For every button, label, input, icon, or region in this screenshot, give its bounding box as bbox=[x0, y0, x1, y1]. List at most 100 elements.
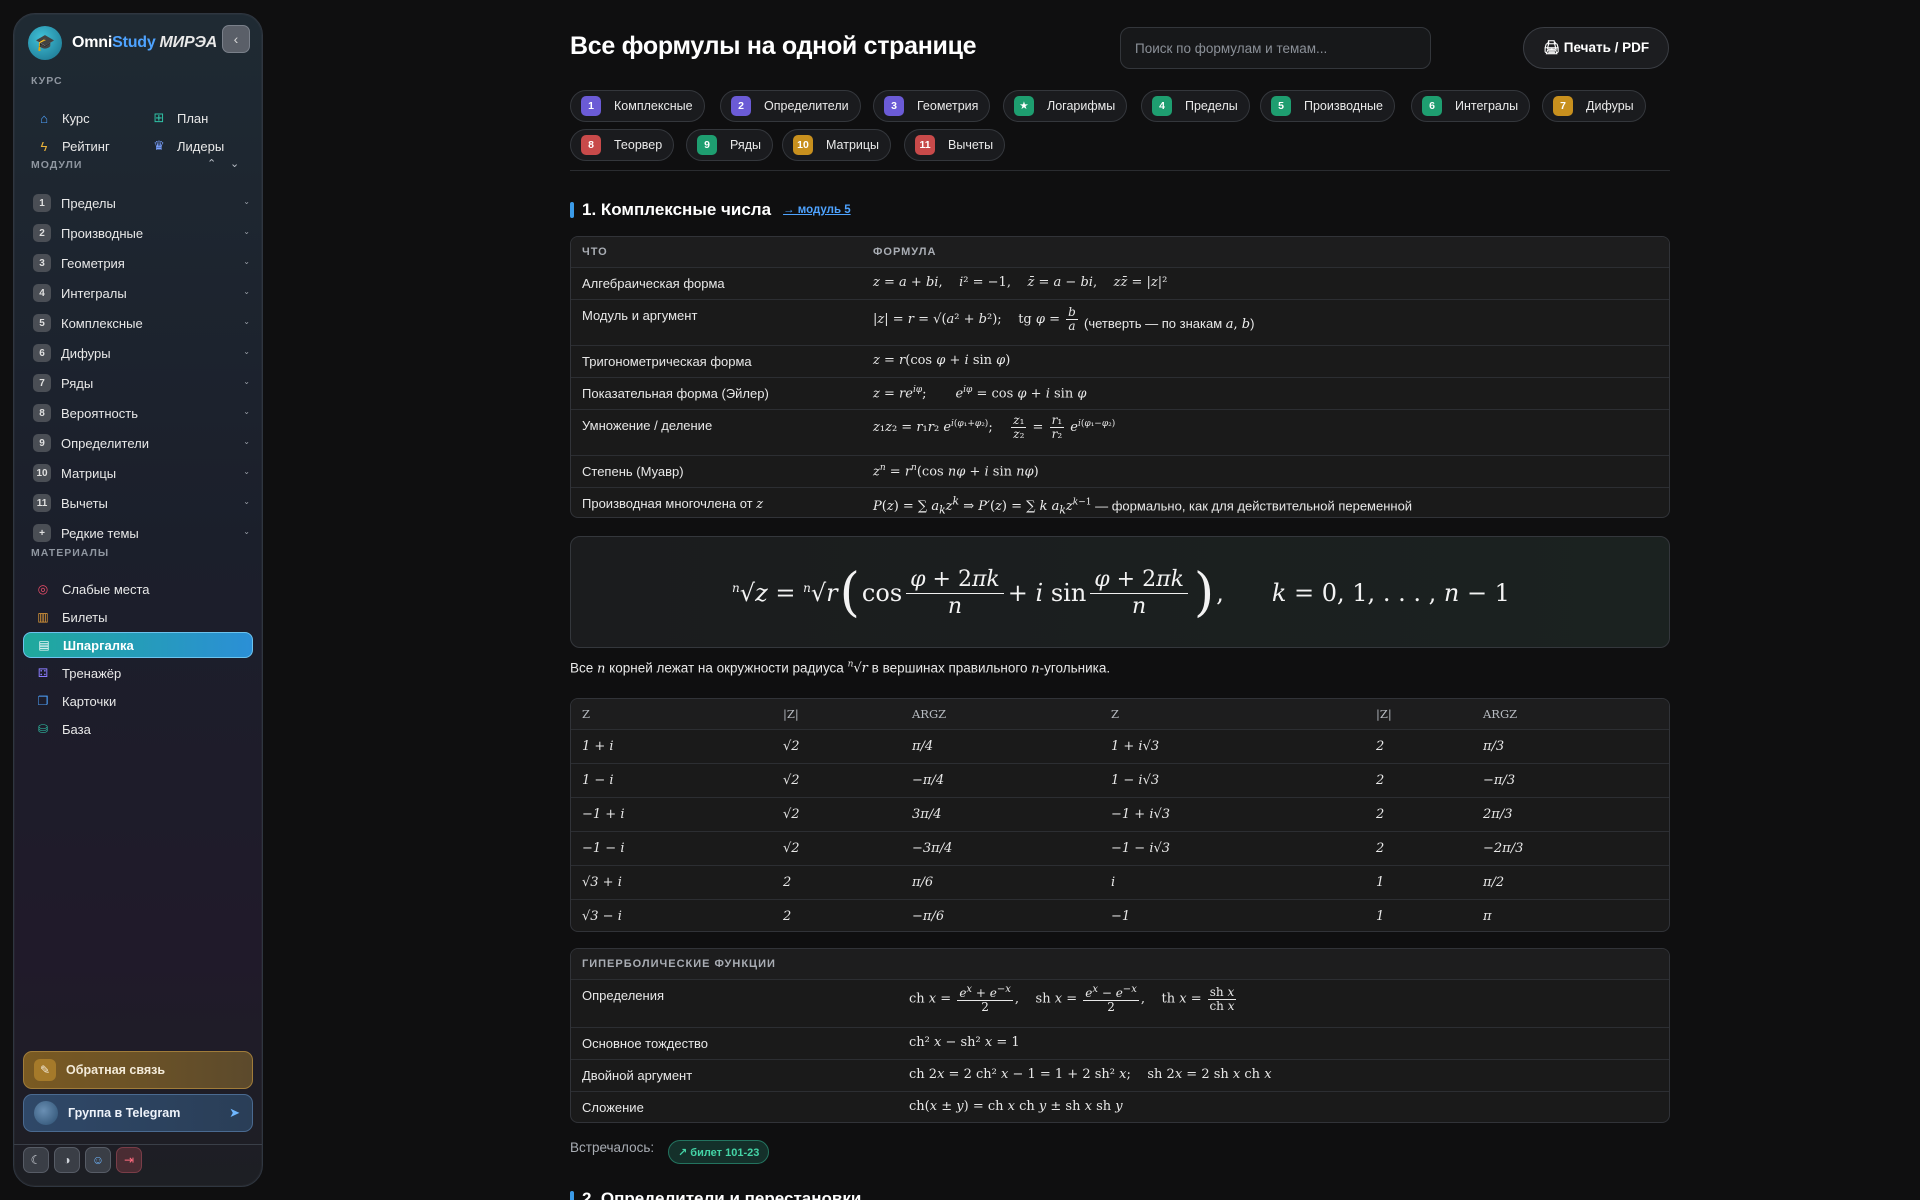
chevron-down-icon: ⌄ bbox=[243, 257, 250, 266]
sidebar-module-item[interactable]: 6 Дифуры ⌄ bbox=[33, 340, 257, 366]
topic-number-badge: 3 bbox=[884, 96, 904, 116]
send-icon: ➤ bbox=[229, 1105, 240, 1120]
nav-leaders[interactable]: ♛ Лидеры bbox=[150, 133, 224, 159]
column-header: Z bbox=[582, 707, 590, 721]
sidebar-module-item[interactable]: 7 Ряды ⌄ bbox=[33, 370, 257, 396]
profile-button[interactable]: ☺ bbox=[85, 1147, 111, 1173]
table-cell: π/6 bbox=[912, 875, 934, 890]
table-header-row: Z |Z| ARGZ Z |Z| ARGZ bbox=[571, 699, 1669, 729]
roots-note: Все n корней лежат на окружности радиуса… bbox=[570, 660, 1111, 677]
topic-label: Пределы bbox=[1185, 99, 1238, 113]
table-cell: √2 bbox=[783, 807, 800, 822]
table-cell: π/2 bbox=[1483, 875, 1505, 890]
logout-button[interactable]: ⇥ bbox=[116, 1147, 142, 1173]
module-label: Производные bbox=[61, 225, 144, 241]
sidebar-module-item[interactable]: 5 Комплексные ⌄ bbox=[33, 310, 257, 336]
nav-trainer-label: Тренажёр bbox=[62, 665, 122, 681]
nav-tickets[interactable]: ▥ Билеты bbox=[23, 604, 253, 630]
table-row: Алгебраическая форма z = a + bi, i² = −1… bbox=[571, 267, 1669, 299]
table-cell: i bbox=[1111, 875, 1116, 890]
topic-label: Ряды bbox=[730, 138, 761, 152]
table-row: Степень (Муавр) zn = rn(cos nφ + i sin n… bbox=[571, 455, 1669, 487]
module-number-badge: 8 bbox=[33, 404, 51, 422]
module-link[interactable]: → модуль 5 bbox=[783, 204, 851, 216]
table-cell: −2π/3 bbox=[1483, 841, 1524, 856]
expand-all-icon[interactable]: ⌄ bbox=[230, 157, 239, 170]
sidebar-module-item[interactable]: 2 Производные ⌄ bbox=[33, 220, 257, 246]
nav-base[interactable]: ⛁ База bbox=[23, 716, 253, 742]
sidebar-module-item[interactable]: 11 Вычеты ⌄ bbox=[33, 490, 257, 516]
brand-mirea: МИРЭА bbox=[159, 34, 218, 51]
table-cell: −π/4 bbox=[912, 773, 945, 788]
sidebar-module-item[interactable]: 4 Интегралы ⌄ bbox=[33, 280, 257, 306]
topic-chip[interactable]: 9 Ряды bbox=[686, 129, 773, 161]
print-pdf-button[interactable]: 🖨 Печать / PDF bbox=[1523, 27, 1669, 69]
sidebar-module-item[interactable]: 8 Вероятность ⌄ bbox=[33, 400, 257, 426]
chevron-down-icon: ⌄ bbox=[243, 227, 250, 236]
formula: ch(x ± y) = ch x ch y ± sh x sh y bbox=[909, 1099, 1123, 1114]
brand[interactable]: 🎓 OmniStudy МИРЭА bbox=[28, 23, 217, 63]
course-section-label: КУРС bbox=[31, 75, 63, 87]
sidebar-module-item[interactable]: 3 Геометрия ⌄ bbox=[33, 250, 257, 276]
cards-icon: ❐ bbox=[37, 694, 49, 708]
chevron-down-icon: ⌄ bbox=[243, 407, 250, 416]
topic-chip[interactable]: ★ Логарифмы bbox=[1003, 90, 1128, 122]
topic-chip[interactable]: 10 Матрицы bbox=[782, 129, 892, 161]
topic-chip[interactable]: 6 Интегралы bbox=[1411, 90, 1531, 122]
dark-mode-button[interactable]: ☾ bbox=[23, 1147, 49, 1173]
section-title-complex: 1. Комплексные числа → модуль 5 bbox=[570, 199, 851, 221]
table-cell: 2π/3 bbox=[1483, 807, 1513, 822]
section-title-next: 2. Определители и перестановки bbox=[570, 1188, 861, 1200]
nav-trainer[interactable]: ⚃ Тренажёр bbox=[23, 660, 253, 686]
search-input[interactable] bbox=[1120, 27, 1431, 69]
note-part: в вершинах правильного bbox=[871, 660, 1028, 676]
user-icon: ☺ bbox=[91, 1153, 105, 1167]
collapse-all-icon[interactable]: ⌃ bbox=[207, 157, 216, 170]
formula: P(z) = ∑ akzk ⇒ P′(z) = ∑ k akzk−1 — фор… bbox=[873, 495, 1413, 517]
row-label: Основное тождество bbox=[582, 1036, 709, 1051]
chevron-down-icon: ⌄ bbox=[243, 317, 250, 326]
sidebar-module-item[interactable]: 10 Матрицы ⌄ bbox=[33, 460, 257, 486]
nav-rating-label: Рейтинг bbox=[62, 138, 110, 154]
trophy-icon: ♛ bbox=[153, 138, 165, 153]
table-row: Двойной аргумент ch 2x = 2 ch² x − 1 = 1… bbox=[571, 1059, 1669, 1091]
sidebar-module-item[interactable]: 1 Пределы ⌄ bbox=[33, 190, 257, 216]
topic-chip[interactable]: 11 Вычеты bbox=[904, 129, 1006, 161]
map-icon: ⊞ bbox=[153, 110, 165, 125]
collapse-sidebar-button[interactable]: ‹ bbox=[222, 25, 250, 53]
modules-section-label: МОДУЛИ bbox=[31, 159, 83, 171]
nav-cards[interactable]: ❐ Карточки bbox=[23, 688, 253, 714]
ticket-chip[interactable]: ↗ билет 101-23 bbox=[668, 1140, 770, 1164]
module-label: Геометрия bbox=[61, 255, 125, 271]
nav-course[interactable]: ⌂ Курс bbox=[35, 105, 90, 131]
nav-rating[interactable]: ϟ Рейтинг bbox=[35, 133, 110, 159]
telegram-group-button[interactable]: Группа в Telegram ➤ bbox=[23, 1094, 253, 1132]
sidebar-module-item[interactable]: + Редкие темы ⌄ bbox=[33, 520, 257, 546]
graduation-cap-icon: 🎓 bbox=[28, 26, 62, 60]
sidebar-module-item[interactable]: 9 Определители ⌄ bbox=[33, 430, 257, 456]
formula-note: (четверть — по знакам a, b) bbox=[1084, 316, 1255, 332]
formula-note: — формально, как для действительной пере… bbox=[1095, 498, 1413, 514]
column-header: ARGZ bbox=[1483, 707, 1518, 721]
nav-weak-spots[interactable]: ◎ Слабые места bbox=[23, 576, 253, 602]
table-cell: 2 bbox=[1376, 739, 1385, 754]
feedback-button[interactable]: ✎ Обратная связь bbox=[23, 1051, 253, 1089]
topic-chip[interactable]: 3 Геометрия bbox=[873, 90, 991, 122]
contrast-button[interactable]: ◑ bbox=[54, 1147, 80, 1173]
module-label: Вычеты bbox=[61, 495, 108, 511]
topic-label: Логарифмы bbox=[1047, 99, 1116, 113]
topic-chip[interactable]: 4 Пределы bbox=[1141, 90, 1250, 122]
nav-cheatsheet[interactable]: ▤ Шпаргалка bbox=[23, 632, 253, 658]
topic-chip[interactable]: 8 Теорвер bbox=[570, 129, 675, 161]
topic-chip[interactable]: 2 Определители bbox=[720, 90, 861, 122]
topic-chip[interactable]: 1 Комплексные bbox=[570, 90, 705, 122]
table-cell: 3π/4 bbox=[912, 807, 942, 822]
brand-name: OmniStudy МИРЭА bbox=[72, 34, 217, 52]
nav-plan[interactable]: ⊞ План bbox=[150, 105, 209, 131]
formula: z = a + bi, i² = −1, z̄ = a − bi, zz̄ = … bbox=[873, 275, 1168, 290]
module-number-badge: 7 bbox=[33, 374, 51, 392]
table-cell: √2 bbox=[783, 773, 800, 788]
topic-chip[interactable]: 5 Производные bbox=[1260, 90, 1395, 122]
row-label: Умножение / деление bbox=[582, 418, 713, 433]
topic-chip[interactable]: 7 Дифуры bbox=[1542, 90, 1646, 122]
